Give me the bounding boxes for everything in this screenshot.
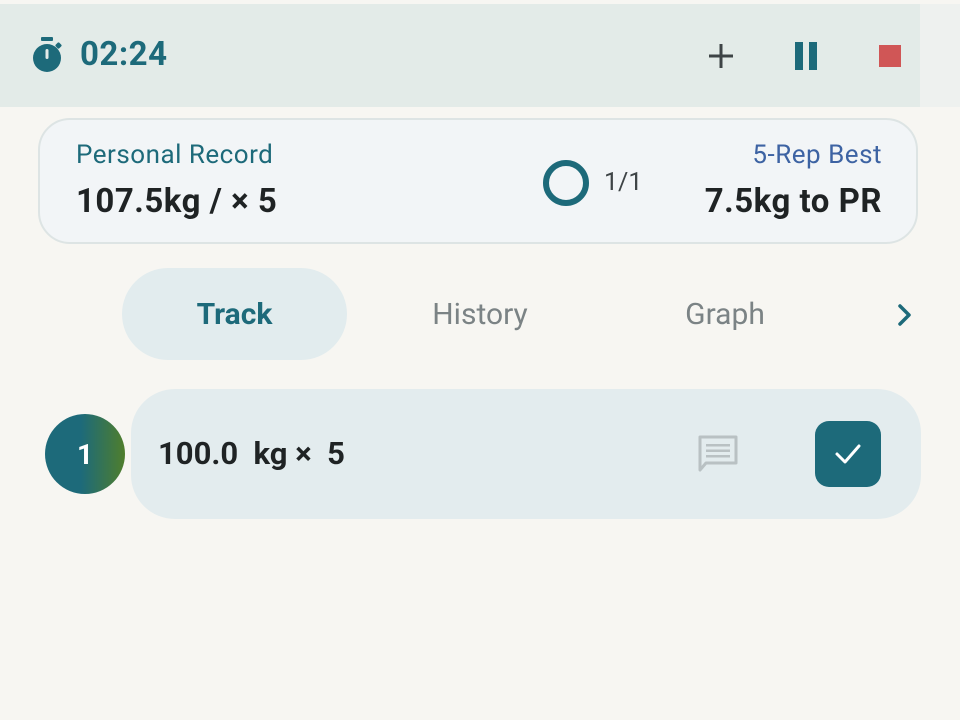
- chevron-right-icon: [898, 304, 911, 326]
- progress-count: 1/1: [604, 168, 643, 197]
- stop-button[interactable]: [870, 36, 910, 76]
- personal-record-card: Personal Record 107.5kg / × 5 1/1 5-Rep …: [38, 118, 918, 244]
- complete-set-checkbox[interactable]: [815, 421, 881, 487]
- comment-icon[interactable]: [696, 434, 740, 474]
- more-tabs-button[interactable]: [888, 298, 922, 332]
- set-number-badge: 1: [45, 414, 125, 494]
- set-row[interactable]: 100.0 kg × 5: [131, 389, 921, 519]
- rep-best-value: 7.5kg to PR: [704, 182, 882, 221]
- check-icon: [835, 444, 861, 464]
- pause-icon: [795, 42, 817, 70]
- plus-icon: [709, 44, 733, 68]
- tab-graph[interactable]: Graph: [625, 268, 825, 360]
- set-summary: 100.0 kg × 5: [158, 435, 345, 472]
- stop-icon: [879, 45, 901, 67]
- personal-record-value: 107.5kg / × 5: [76, 182, 278, 221]
- add-button[interactable]: [701, 36, 741, 76]
- tab-track[interactable]: Track: [122, 268, 347, 360]
- tab-history[interactable]: History: [380, 268, 580, 360]
- progress-ring-icon: [543, 160, 589, 206]
- personal-record-label: Personal Record: [76, 140, 274, 170]
- stopwatch-icon: [33, 37, 62, 72]
- rep-best-label: 5-Rep Best: [752, 140, 882, 170]
- top-bar-edge: [920, 4, 960, 107]
- pause-button[interactable]: [786, 36, 826, 76]
- elapsed-timer: 02:24: [80, 35, 168, 74]
